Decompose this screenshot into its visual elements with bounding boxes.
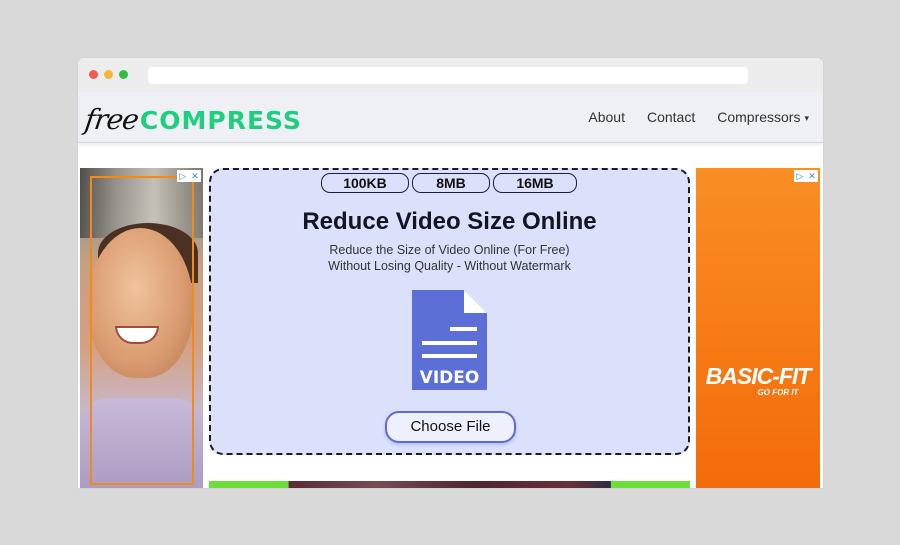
caret-down-icon: ▾ xyxy=(804,113,809,123)
size-tab-100kb[interactable]: 100KB xyxy=(321,173,409,193)
browser-window: free COMPRESS About Contact Compressors ▾… xyxy=(78,58,823,488)
subtitle-line-1: Reduce the Size of Video Online (For Fre… xyxy=(329,243,570,257)
video-file-icon: VIDEO xyxy=(412,290,487,390)
nav-contact[interactable]: Contact xyxy=(647,109,695,125)
close-window-button[interactable] xyxy=(89,70,98,79)
subtitle-line-2: Without Losing Quality - Without Waterma… xyxy=(328,259,571,273)
upload-dropzone[interactable]: 100KB 8MB 16MB Reduce Video Size Online … xyxy=(209,168,690,455)
minimize-window-button[interactable] xyxy=(104,70,113,79)
adchoices-icon[interactable]: ▷ xyxy=(796,170,803,182)
bottom-ad-strip[interactable] xyxy=(209,481,690,488)
nav-compressors-label: Compressors xyxy=(717,109,801,125)
nav-links: About Contact Compressors ▾ xyxy=(588,92,809,142)
close-ad-icon[interactable]: ✕ xyxy=(808,170,816,182)
file-icon-label: VIDEO xyxy=(420,368,480,388)
page-subtitle: Reduce the Size of Video Online (For Fre… xyxy=(211,242,688,274)
adchoices-badge[interactable]: ▷ ✕ xyxy=(177,170,201,182)
size-tab-8mb[interactable]: 8MB xyxy=(412,173,490,193)
ad-brand-logo: BASIC-FIT GO FOR IT xyxy=(696,364,820,398)
ad-frame xyxy=(90,176,194,485)
left-ad-banner[interactable]: ▷ ✕ xyxy=(80,168,203,488)
nav-compressors-dropdown[interactable]: Compressors ▾ xyxy=(717,109,809,125)
site-navbar: free COMPRESS About Contact Compressors ▾ xyxy=(78,92,823,143)
right-ad-banner[interactable]: ▷ ✕ BASIC-FIT GO FOR IT xyxy=(696,168,820,488)
address-bar[interactable] xyxy=(148,67,748,84)
ad-brand-tagline: GO FOR IT xyxy=(757,388,799,397)
browser-titlebar xyxy=(78,58,823,92)
size-tab-16mb[interactable]: 16MB xyxy=(493,173,577,193)
choose-file-button[interactable]: Choose File xyxy=(385,411,516,443)
logo-suffix: COMPRESS xyxy=(139,106,302,135)
adchoices-badge[interactable]: ▷ ✕ xyxy=(794,170,818,182)
maximize-window-button[interactable] xyxy=(119,70,128,79)
close-ad-icon[interactable]: ✕ xyxy=(191,170,199,182)
site-logo[interactable]: free COMPRESS xyxy=(82,98,302,138)
page-title: Reduce Video Size Online xyxy=(302,208,597,235)
adchoices-icon[interactable]: ▷ xyxy=(179,170,186,182)
size-tabs: 100KB 8MB 16MB xyxy=(321,173,577,193)
logo-prefix: free xyxy=(82,103,141,136)
ad-brand-name: BASIC-FIT xyxy=(705,363,812,389)
nav-about[interactable]: About xyxy=(588,109,625,125)
